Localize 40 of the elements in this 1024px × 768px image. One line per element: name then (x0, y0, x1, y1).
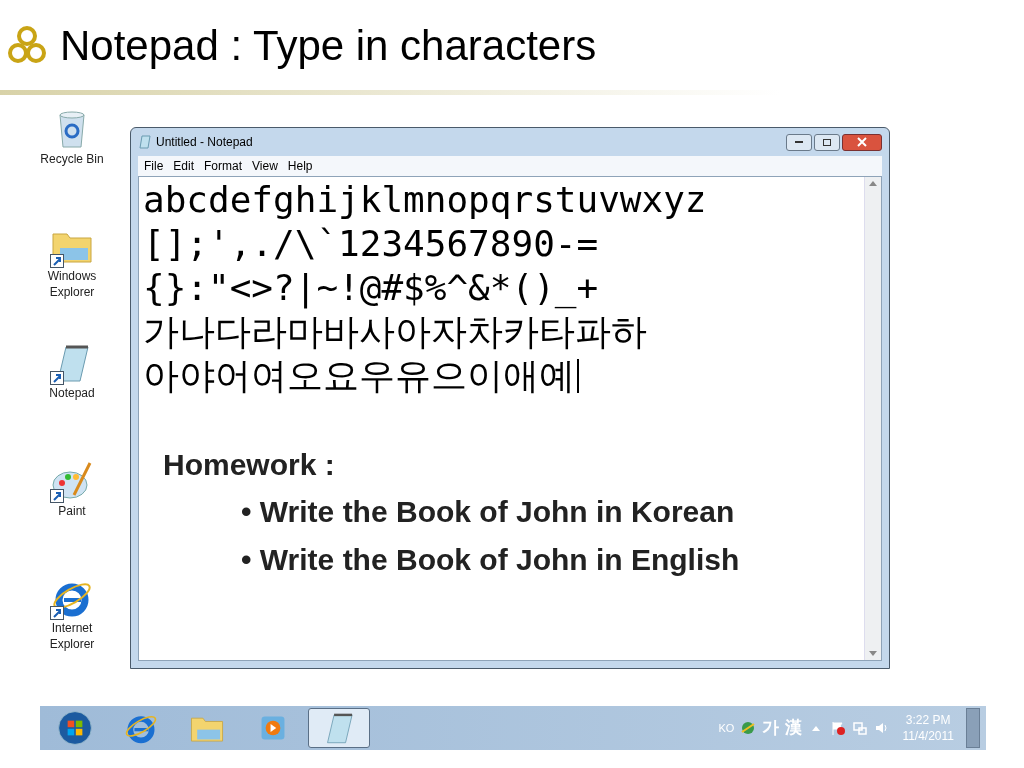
caret-up-icon[interactable] (812, 725, 821, 731)
homework-heading: Homework : (163, 447, 336, 483)
shortcut-arrow-icon (50, 488, 64, 503)
desktop-icon-label[interactable]: Recycle Bin (37, 151, 107, 167)
menu-item[interactable]: File (144, 157, 164, 175)
taskbar-button[interactable] (308, 708, 370, 748)
desktop-icon-label[interactable]: Internet Explorer (37, 619, 107, 652)
text-line: 아야어여오요우유으이애예 (143, 354, 575, 398)
globe-icon[interactable] (740, 720, 757, 736)
minimize-button[interactable] (786, 133, 812, 151)
shortcut-arrow-icon (50, 254, 64, 269)
flag-icon[interactable] (830, 720, 847, 736)
text-cursor (577, 359, 579, 393)
desktop-icon-label[interactable]: Paint (37, 502, 107, 519)
homework-item: • Write the Book of John in English (240, 542, 741, 578)
desktop-icon-label[interactable]: Notepad (37, 385, 107, 402)
slide-title: Notepad : Type in characters (60, 20, 597, 71)
menu-item[interactable]: Help (287, 157, 313, 175)
window-title: Untitled - Notepad (156, 134, 253, 151)
close-icon (857, 137, 867, 147)
show-desktop-button[interactable] (966, 708, 980, 748)
menu-item[interactable]: View (252, 157, 278, 175)
shortcut-arrow-icon (50, 605, 64, 620)
network-icon[interactable] (852, 720, 869, 736)
menu-item[interactable]: Edit (173, 157, 195, 175)
homework-item: • Write the Book of John in Korean (240, 494, 736, 530)
logo-icon (6, 24, 48, 66)
text-line: 가나다라마바사아자차카타파하 (143, 310, 647, 354)
shortcut-arrow-icon (50, 371, 64, 386)
close-button[interactable] (842, 133, 882, 151)
menu-item[interactable]: Format (204, 157, 243, 175)
desktop-icon-label[interactable]: Windows Explorer (37, 268, 107, 301)
scroll-up-icon (869, 181, 877, 186)
maximize-button[interactable] (814, 133, 840, 151)
scroll-down-icon (869, 651, 877, 656)
text-line: abcdefghijklmnopqrstuvwxyz (143, 178, 707, 222)
notepad-icon (138, 135, 152, 149)
text-line: [];',./\`1234567890-= (143, 222, 599, 266)
text-line: {}:"<>?|~!@#$%^&*()_+ (143, 266, 599, 310)
start-orb-icon (57, 710, 93, 746)
